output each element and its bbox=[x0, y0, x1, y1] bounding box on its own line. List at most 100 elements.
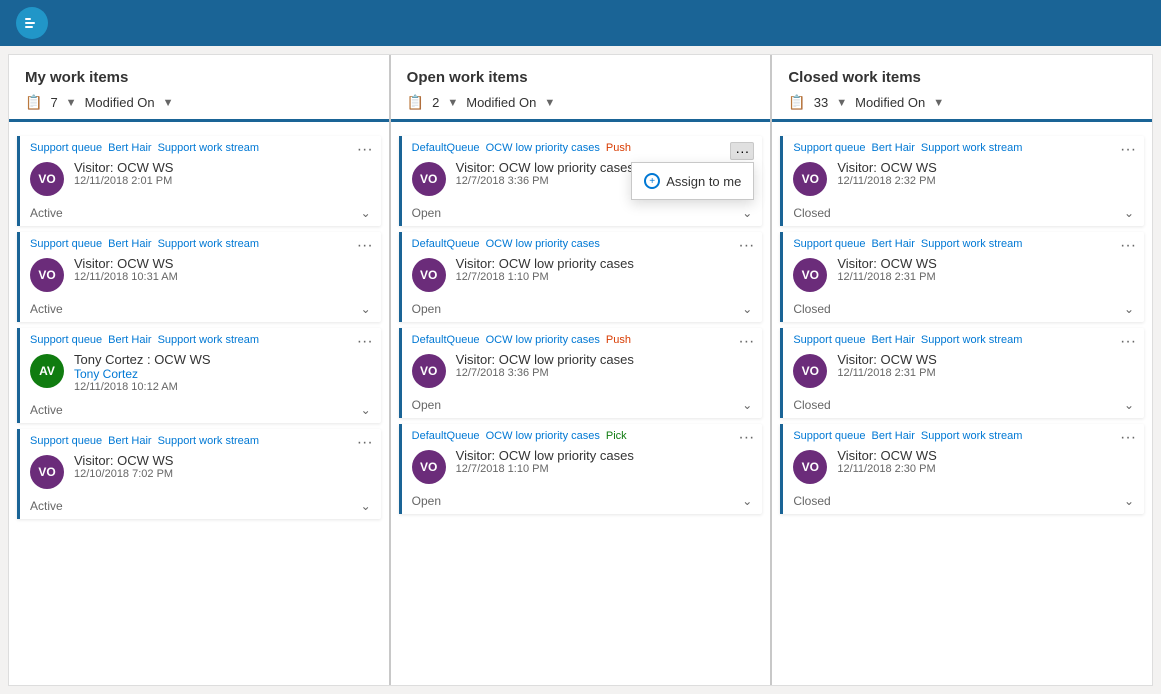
item-menu-dots[interactable]: ··· bbox=[738, 334, 754, 350]
item-menu-dots[interactable]: ··· bbox=[1120, 430, 1136, 446]
item-tag[interactable]: OCW low priority cases bbox=[486, 334, 600, 346]
work-item: DefaultQueue OCW low priority cases Pick ··… bbox=[399, 424, 763, 514]
item-expand-chevron[interactable]: ⌄ bbox=[742, 206, 752, 220]
item-tag[interactable]: Bert Hair bbox=[872, 238, 915, 250]
item-tag[interactable]: Bert Hair bbox=[872, 142, 915, 154]
item-date: 12/11/2018 2:31 PM bbox=[837, 271, 1134, 283]
sort-chevron[interactable]: ▼ bbox=[544, 97, 555, 109]
item-tag[interactable]: Support queue bbox=[793, 334, 865, 346]
item-menu-dots[interactable]: ··· bbox=[357, 334, 373, 350]
item-tag[interactable]: OCW low priority cases bbox=[486, 430, 600, 442]
work-item: Support queue Bert Hair Support work strea… bbox=[17, 136, 381, 226]
item-footer: Open ⌄ bbox=[402, 298, 763, 322]
item-count: 7 bbox=[50, 95, 57, 110]
item-tag[interactable]: OCW low priority cases bbox=[486, 238, 600, 250]
item-expand-chevron[interactable]: ⌄ bbox=[742, 302, 752, 316]
item-tag[interactable]: Bert Hair bbox=[108, 435, 151, 447]
assign-to-me-button[interactable]: + Assign to me bbox=[632, 167, 753, 195]
item-expand-chevron[interactable]: ⌄ bbox=[361, 499, 371, 513]
item-menu-dots[interactable]: ··· bbox=[1120, 238, 1136, 254]
item-tag[interactable]: Support work stream bbox=[158, 334, 259, 346]
item-tag[interactable]: DefaultQueue bbox=[412, 334, 480, 346]
column-controls-my-work: 📋 7 ▼ Modified On ▼ bbox=[25, 94, 373, 111]
item-tag[interactable]: Bert Hair bbox=[108, 238, 151, 250]
item-tag[interactable]: Support queue bbox=[793, 430, 865, 442]
item-expand-chevron[interactable]: ⌄ bbox=[742, 398, 752, 412]
work-item: Support queue Bert Hair Support work strea… bbox=[17, 232, 381, 322]
item-status: Closed bbox=[793, 302, 830, 316]
column-my-work: My work items 📋 7 ▼ Modified On ▼ Suppor… bbox=[9, 55, 391, 685]
item-body: AVTony Cortez : OCW WSTony Cortez12/11/2… bbox=[20, 348, 381, 399]
item-tag[interactable]: Support work stream bbox=[158, 142, 259, 154]
item-status: Open bbox=[412, 302, 441, 316]
item-tags-row: DefaultQueueOCW low priority casesPush bbox=[402, 136, 763, 156]
item-subtitle[interactable]: Tony Cortez bbox=[74, 367, 371, 381]
work-item: Support queue Bert Hair Support work strea… bbox=[780, 328, 1144, 418]
column-header-closed-work: Closed work items 📋 33 ▼ Modified On ▼ bbox=[772, 55, 1152, 122]
item-tag[interactable]: Support queue bbox=[30, 238, 102, 250]
item-tag[interactable]: Bert Hair bbox=[872, 430, 915, 442]
item-tag[interactable]: Bert Hair bbox=[108, 334, 151, 346]
item-menu-dots[interactable]: ··· bbox=[357, 238, 373, 254]
item-tag[interactable]: Bert Hair bbox=[872, 334, 915, 346]
item-tag[interactable]: DefaultQueue bbox=[412, 142, 480, 154]
item-expand-chevron[interactable]: ⌄ bbox=[361, 302, 371, 316]
sort-arrow[interactable]: ▼ bbox=[447, 97, 458, 109]
item-info: Tony Cortez : OCW WSTony Cortez12/11/201… bbox=[74, 352, 371, 393]
item-menu-dots[interactable]: ··· bbox=[738, 430, 754, 446]
item-expand-chevron[interactable]: ⌄ bbox=[1124, 206, 1134, 220]
sort-chevron[interactable]: ▼ bbox=[933, 97, 944, 109]
item-tag[interactable]: Support work stream bbox=[158, 435, 259, 447]
dashboard: My work items 📋 7 ▼ Modified On ▼ Suppor… bbox=[8, 54, 1153, 686]
column-controls-closed-work: 📋 33 ▼ Modified On ▼ bbox=[788, 94, 1136, 111]
item-tags-row: Support queue Bert Hair Support work strea… bbox=[20, 328, 381, 348]
avatar: VO bbox=[793, 162, 827, 196]
item-tag[interactable]: Support work stream bbox=[921, 334, 1022, 346]
avatar: VO bbox=[412, 258, 446, 292]
item-menu-dots[interactable]: ··· bbox=[738, 238, 754, 254]
column-header-open-work: Open work items 📋 2 ▼ Modified On ▼ bbox=[391, 55, 771, 122]
item-title: Visitor: OCW WS bbox=[837, 448, 1134, 463]
item-menu-button[interactable]: ··· bbox=[730, 142, 754, 160]
item-tag[interactable]: Support work stream bbox=[158, 238, 259, 250]
item-menu-dots[interactable]: ··· bbox=[357, 435, 373, 451]
item-info: Visitor: OCW WS12/11/2018 2:31 PM bbox=[837, 256, 1134, 283]
sort-arrow[interactable]: ▼ bbox=[836, 97, 847, 109]
item-expand-chevron[interactable]: ⌄ bbox=[361, 403, 371, 417]
sort-arrow[interactable]: ▼ bbox=[66, 97, 77, 109]
item-tag[interactable]: Support queue bbox=[30, 334, 102, 346]
item-tag[interactable]: Support work stream bbox=[921, 238, 1022, 250]
item-menu-dots[interactable]: ··· bbox=[1120, 334, 1136, 350]
item-tag[interactable]: Bert Hair bbox=[108, 142, 151, 154]
item-expand-chevron[interactable]: ⌄ bbox=[361, 206, 371, 220]
item-expand-chevron[interactable]: ⌄ bbox=[1124, 494, 1134, 508]
pick-tag: Pick bbox=[606, 430, 627, 442]
column-controls-open-work: 📋 2 ▼ Modified On ▼ bbox=[407, 94, 755, 111]
item-tags-row: Support queue Bert Hair Support work strea… bbox=[20, 136, 381, 156]
item-tags-row: DefaultQueue OCW low priority cases Pick bbox=[402, 424, 763, 444]
item-tag[interactable]: Support queue bbox=[30, 142, 102, 154]
assign-popup-menu: + Assign to me bbox=[631, 162, 754, 200]
item-info: Visitor: OCW WS12/11/2018 2:30 PM bbox=[837, 448, 1134, 475]
item-tag[interactable]: DefaultQueue bbox=[412, 238, 480, 250]
item-menu-dots[interactable]: ··· bbox=[357, 142, 373, 158]
item-body: VOVisitor: OCW low priority cases12/7/20… bbox=[402, 348, 763, 394]
item-menu-dots[interactable]: ··· bbox=[1120, 142, 1136, 158]
item-info: Visitor: OCW WS12/11/2018 2:01 PM bbox=[74, 160, 371, 187]
item-tag[interactable]: Support work stream bbox=[921, 142, 1022, 154]
item-tags-row: Support queue Bert Hair Support work strea… bbox=[783, 232, 1144, 252]
item-tag[interactable]: Support queue bbox=[793, 142, 865, 154]
item-expand-chevron[interactable]: ⌄ bbox=[1124, 398, 1134, 412]
item-tag[interactable]: Support work stream bbox=[921, 430, 1022, 442]
item-body: VOVisitor: OCW WS12/11/2018 2:01 PM bbox=[20, 156, 381, 202]
item-tag[interactable]: Support queue bbox=[793, 238, 865, 250]
item-expand-chevron[interactable]: ⌄ bbox=[742, 494, 752, 508]
item-tag[interactable]: Support queue bbox=[30, 435, 102, 447]
column-closed-work: Closed work items 📋 33 ▼ Modified On ▼ S… bbox=[772, 55, 1152, 685]
item-tag[interactable]: DefaultQueue bbox=[412, 430, 480, 442]
item-tag[interactable]: OCW low priority cases bbox=[486, 142, 600, 154]
item-expand-chevron[interactable]: ⌄ bbox=[1124, 302, 1134, 316]
sort-chevron[interactable]: ▼ bbox=[163, 97, 174, 109]
item-footer: Active⌄ bbox=[20, 298, 381, 322]
item-title: Visitor: OCW WS bbox=[74, 160, 371, 175]
